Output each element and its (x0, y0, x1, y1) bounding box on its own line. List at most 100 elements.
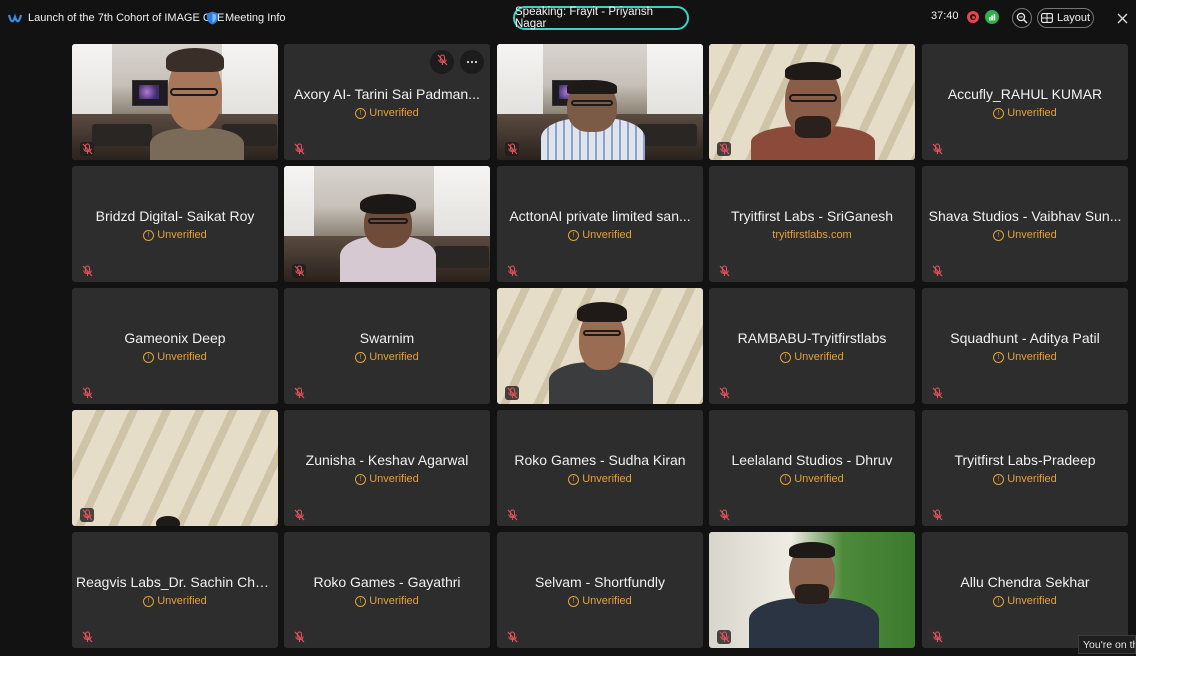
unverified-status: ! Unverified (284, 595, 490, 607)
more-options-button[interactable] (460, 50, 484, 74)
warning-icon: ! (568, 229, 580, 241)
meeting-info-button[interactable]: Meeting Info (206, 0, 286, 36)
participant-video-tile[interactable] (72, 44, 278, 160)
participant-status-text: Unverified (794, 473, 844, 485)
unverified-status: ! Unverified (497, 229, 703, 241)
participant-tile[interactable]: Axory AI- Tarini Sai Padman... ! Unverifie… (284, 44, 490, 160)
muted-mic-icon (717, 508, 731, 522)
participant-tile[interactable]: Leelaland Studios - Dhruv! Unverified (709, 410, 915, 526)
zoom-button[interactable] (1012, 8, 1032, 28)
participant-tile[interactable]: Tryitfirst Labs - SriGanesh tryitfirstlab… (709, 166, 915, 282)
participant-status-text: Unverified (582, 595, 632, 607)
participant-tile[interactable]: Allu Chendra Sekhar! Unverified (922, 532, 1128, 648)
warning-icon: ! (993, 595, 1005, 607)
participant-status-text: Unverified (369, 351, 419, 363)
participant-tile[interactable]: Roko Games - Sudha Kiran ! Unverified (497, 410, 703, 526)
webex-logo-icon (8, 13, 22, 23)
participant-name: Reagvis Labs_Dr. Sachin Cha... (76, 574, 274, 590)
warning-icon: ! (568, 473, 580, 485)
meeting-info-label: Meeting Info (225, 12, 286, 24)
participant-tile[interactable]: Bridzd Digital- Saikat Roy! Unverified (72, 166, 278, 282)
participant-name: Selvam - Shortfundly (535, 574, 665, 590)
participant-name: Allu Chendra Sekhar (960, 574, 1090, 590)
warning-icon: ! (355, 595, 367, 607)
participant-video-tile[interactable] (497, 288, 703, 404)
unverified-status: ! Unverified (497, 473, 703, 485)
warning-icon: ! (780, 351, 792, 363)
meeting-title[interactable]: Launch of the 7th Cohort of IMAGE CoE (8, 0, 224, 36)
warning-icon: ! (143, 595, 155, 607)
participant-name: Squadhunt - Aditya Patil (950, 330, 1100, 346)
participant-tile[interactable]: Tryitfirst Labs-Pradeep! Unverified (922, 410, 1128, 526)
muted-mic-icon (292, 142, 306, 156)
participant-domain: tryitfirstlabs.com (709, 229, 915, 241)
participant-name: RAMBABU-Tryitfirstlabs (737, 330, 887, 346)
participant-name: Shava Studios - Vaibhav Sun... (928, 208, 1122, 224)
participant-status-text: Unverified (582, 229, 632, 241)
participant-tile[interactable]: RAMBABU-Tryitfirstlabs ! Unverified (709, 288, 915, 404)
unverified-status: ! Unverified (922, 595, 1128, 607)
active-speaker-indicator: Speaking: Frayit - Priyansh Nagar (513, 6, 689, 30)
network-signal-icon[interactable] (985, 10, 999, 24)
participant-name: Accufly_RAHUL KUMAR (947, 86, 1103, 102)
muted-mic-icon (930, 142, 944, 156)
muted-mic-icon (80, 508, 94, 522)
unverified-status: ! Unverified (922, 107, 1128, 119)
participant-name: Axory AI- Tarini Sai Padman... (294, 86, 480, 102)
participant-name: Roko Games - Gayathri (313, 574, 461, 590)
participant-tile[interactable]: Swarnim! Unverified (284, 288, 490, 404)
close-icon (1117, 13, 1127, 23)
muted-mic-icon (930, 630, 944, 644)
participant-name: Roko Games - Sudha Kiran (514, 452, 686, 468)
participant-video-tile[interactable] (72, 410, 278, 526)
participant-tile[interactable]: Reagvis Labs_Dr. Sachin Cha...! Unverifie… (72, 532, 278, 648)
meeting-title-text: Launch of the 7th Cohort of IMAGE CoE (28, 12, 225, 24)
muted-mic-icon (437, 53, 448, 71)
participant-name: Gameonix Deep (124, 330, 226, 346)
participant-status-text: Unverified (1007, 351, 1057, 363)
zoom-icon (1016, 12, 1028, 24)
participant-tile[interactable]: ActtonAI private limited san...! Unverifi… (497, 166, 703, 282)
unverified-status: ! Unverified (72, 229, 278, 241)
warning-icon: ! (993, 107, 1005, 119)
participant-video-tile[interactable] (709, 532, 915, 648)
muted-mic-icon (80, 142, 94, 156)
top-bar: Launch of the 7th Cohort of IMAGE CoE Me… (0, 0, 1136, 36)
unverified-status: ! Unverified (284, 351, 490, 363)
participant-name: ActtonAI private limited san... (509, 208, 691, 224)
participant-tile[interactable]: Zunisha - Keshav Agarwal! Unverified (284, 410, 490, 526)
participant-video-tile[interactable] (497, 44, 703, 160)
unverified-status: ! Unverified (922, 351, 1128, 363)
participant-name: Swarnim (359, 330, 415, 346)
warning-icon: ! (355, 473, 367, 485)
warning-icon: ! (355, 351, 367, 363)
close-button[interactable] (1114, 10, 1130, 26)
participant-video-tile[interactable] (709, 44, 915, 160)
participant-tile[interactable]: Selvam - Shortfundly ! Unverified (497, 532, 703, 648)
meeting-window: Launch of the 7th Cohort of IMAGE CoE Me… (0, 0, 1136, 656)
participant-name: Tryitfirst Labs - SriGanesh (730, 208, 894, 224)
participant-tile[interactable]: Roko Games - Gayathri ! Unverified (284, 532, 490, 648)
participant-tile[interactable]: Gameonix Deep! Unverified (72, 288, 278, 404)
mute-participant-button[interactable] (430, 50, 454, 74)
participant-tile[interactable]: Accufly_RAHUL KUMAR ! Unverified (922, 44, 1128, 160)
participant-tile[interactable]: Squadhunt - Aditya Patil! Unverified (922, 288, 1128, 404)
participant-status-text: Unverified (1007, 229, 1057, 241)
notification-toast: You're on th (1078, 635, 1136, 654)
muted-mic-icon (292, 630, 306, 644)
recording-icon[interactable] (967, 11, 979, 23)
participant-status-text: Unverified (157, 229, 207, 241)
muted-mic-icon (80, 630, 94, 644)
muted-mic-icon (292, 386, 306, 400)
layout-button[interactable]: Layout (1037, 8, 1094, 28)
participant-video-tile[interactable] (284, 166, 490, 282)
muted-mic-icon (930, 386, 944, 400)
unverified-status: ! Unverified (709, 351, 915, 363)
participant-tile[interactable]: Shava Studios - Vaibhav Sun...! Unverifie… (922, 166, 1128, 282)
participant-status-text: Unverified (1007, 595, 1057, 607)
unverified-status: ! Unverified (284, 107, 490, 119)
unverified-status: ! Unverified (497, 595, 703, 607)
warning-icon: ! (993, 351, 1005, 363)
participant-name: Leelaland Studios - Dhruv (731, 452, 893, 468)
muted-mic-icon (505, 508, 519, 522)
